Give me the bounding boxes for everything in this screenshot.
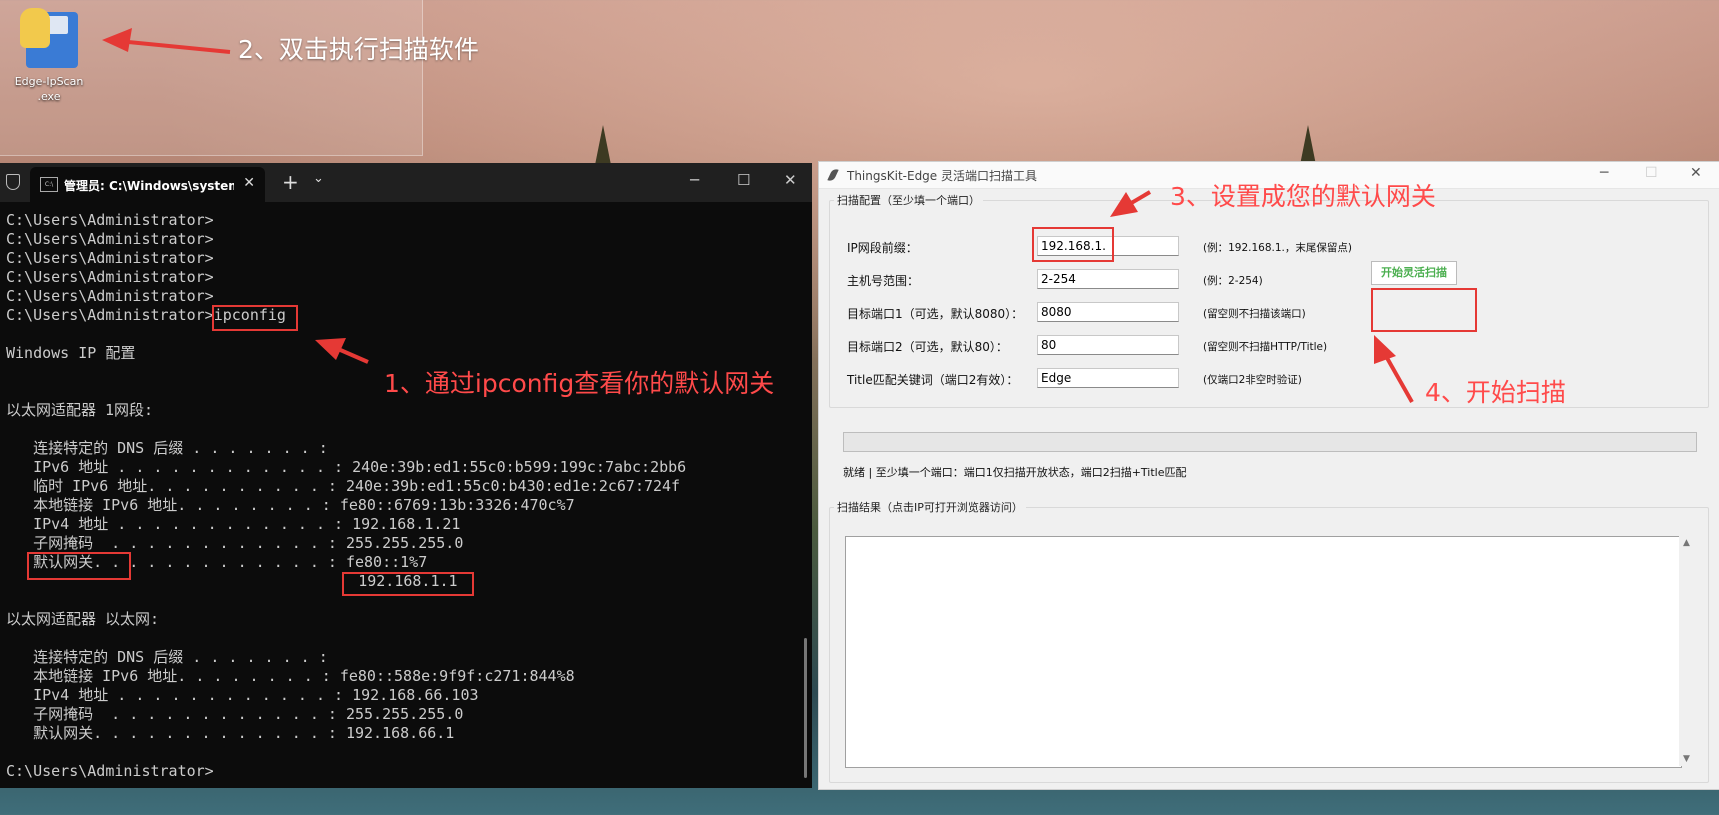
title-keyword-label: Title匹配关键词（端口2有效）：	[847, 373, 1019, 387]
host-range-label: 主机号范围：	[847, 274, 920, 288]
annotation-step1: 1、通过ipconfig查看你的默认网关	[384, 369, 775, 398]
terminal-line: 以太网适配器 以太网:	[6, 610, 160, 628]
minimize-icon[interactable]: ─	[690, 171, 699, 189]
terminal-line: C:\Users\Administrator>	[6, 211, 214, 229]
close-icon[interactable]: ✕	[1690, 165, 1702, 181]
desktop-icon-label-ext: .exe	[37, 90, 61, 103]
desktop-icon-label: Edge-IpScan	[14, 75, 84, 88]
scroll-down-icon[interactable]: ▼	[1683, 754, 1690, 764]
highlight-ipconfig-command	[212, 305, 298, 331]
terminal-line: C:\Users\Administrator>	[6, 268, 214, 286]
close-icon[interactable]: ✕	[784, 171, 797, 189]
maximize-icon[interactable]: ☐	[737, 171, 750, 189]
new-tab-button[interactable]: +	[282, 170, 299, 194]
highlight-gateway-ip	[342, 572, 474, 596]
close-tab-icon[interactable]: ✕	[243, 175, 255, 191]
results-scrollbar[interactable]: ▲ ▼	[1679, 536, 1695, 766]
port2-input[interactable]	[1037, 335, 1179, 355]
terminal-line: C:\Users\Administrator>ipconfig	[6, 306, 286, 324]
title-keyword-hint: (仅端口2非空时验证)	[1203, 374, 1302, 386]
start-scan-button[interactable]: 开始灵活扫描	[1371, 261, 1457, 285]
terminal-line: C:\Users\Administrator>	[6, 762, 214, 780]
host-range-input[interactable]	[1037, 269, 1179, 289]
app-title: ThingsKit-Edge 灵活端口扫描工具	[847, 169, 1037, 183]
port1-input[interactable]	[1037, 302, 1179, 322]
status-text: 就绪 | 至少填一个端口：端口1仅扫描开放状态，端口2扫描+Title匹配	[843, 466, 1187, 479]
title-keyword-input[interactable]	[1037, 368, 1179, 388]
terminal-tab-bar: C:\ 管理员: C:\Windows\system32 ✕ + ⌄ ─ ☐ ✕	[0, 163, 812, 202]
host-range-hint: (例：2-254)	[1203, 275, 1263, 287]
highlight-ip-prefix-input	[1032, 227, 1114, 262]
feather-icon	[827, 167, 839, 183]
terminal-line: 本地链接 IPv6 地址. . . . . . . . : fe80::6769…	[6, 496, 575, 514]
terminal-line: 子网掩码 . . . . . . . . . . . . : 255.255.2…	[6, 705, 464, 723]
admin-shield-icon	[6, 174, 20, 190]
scan-progress-bar	[843, 432, 1697, 452]
terminal-line: C:\Users\Administrator>	[6, 230, 214, 248]
port1-hint: (留空则不扫描该端口)	[1203, 308, 1306, 320]
scanner-app-window[interactable]: ThingsKit-Edge 灵活端口扫描工具 ─ ☐ ✕ 扫描配置（至少填一个…	[818, 161, 1719, 790]
highlight-start-button	[1371, 288, 1477, 332]
ip-prefix-label: IP网段前缀：	[847, 241, 918, 255]
scan-results-legend: 扫描结果（点击IP可打开浏览器访问）	[837, 501, 1023, 514]
terminal-line: 本地链接 IPv6 地址. . . . . . . . : fe80::588e…	[6, 667, 575, 685]
python-exe-icon	[20, 8, 78, 70]
scan-results-list[interactable]	[845, 536, 1682, 768]
terminal-line: IPv6 地址 . . . . . . . . . . . . : 240e:3…	[6, 458, 687, 476]
terminal-line: C:\Users\Administrator>	[6, 287, 214, 305]
annotation-step4: 4、开始扫描	[1425, 378, 1566, 407]
terminal-tab[interactable]: C:\ 管理员: C:\Windows\system32 ✕	[30, 167, 265, 202]
terminal-line: 连接特定的 DNS 后缀 . . . . . . . :	[6, 648, 328, 666]
port2-hint: (留空则不扫描HTTP/Title)	[1203, 341, 1328, 353]
terminal-tab-title: 管理员: C:\Windows\system32	[64, 179, 234, 193]
terminal-window[interactable]: C:\ 管理员: C:\Windows\system32 ✕ + ⌄ ─ ☐ ✕…	[0, 163, 812, 788]
ip-prefix-hint: (例：192.168.1.，末尾保留点)	[1203, 242, 1352, 254]
scroll-up-icon[interactable]: ▲	[1683, 538, 1690, 548]
terminal-line: Windows IP 配置	[6, 344, 136, 362]
terminal-line: C:\Users\Administrator>	[6, 249, 214, 267]
cmd-icon: C:\	[40, 177, 58, 192]
port1-label: 目标端口1（可选，默认8080）：	[847, 307, 1024, 321]
terminal-line: IPv4 地址 . . . . . . . . . . . . : 192.16…	[6, 515, 461, 533]
terminal-line: 连接特定的 DNS 后缀 . . . . . . . :	[6, 439, 328, 457]
highlight-default-gateway-label	[27, 552, 131, 580]
maximize-icon: ☐	[1645, 165, 1658, 181]
annotation-step2: 2、双击执行扫描软件	[238, 35, 479, 64]
terminal-scrollbar[interactable]	[804, 638, 807, 778]
desktop-icon-edge-ipscan[interactable]: Edge-IpScan .exe	[10, 8, 88, 104]
annotation-step3: 3、设置成您的默认网关	[1170, 182, 1436, 211]
minimize-icon[interactable]: ─	[1600, 165, 1608, 181]
terminal-line: 默认网关. . . . . . . . . . . . . : 192.168.…	[6, 724, 455, 742]
terminal-line: 子网掩码 . . . . . . . . . . . . : 255.255.2…	[6, 534, 464, 552]
terminal-line: 临时 IPv6 地址. . . . . . . . . . : 240e:39b…	[6, 477, 681, 495]
terminal-output[interactable]: C:\Users\Administrator> C:\Users\Administ…	[6, 211, 812, 788]
terminal-line: IPv4 地址 . . . . . . . . . . . . : 192.16…	[6, 686, 479, 704]
terminal-line: 以太网适配器 1网段:	[6, 401, 154, 419]
scan-config-legend: 扫描配置（至少填一个端口）	[837, 194, 980, 207]
port2-label: 目标端口2（可选，默认80）：	[847, 340, 1008, 354]
tab-dropdown-button[interactable]: ⌄	[313, 171, 324, 186]
